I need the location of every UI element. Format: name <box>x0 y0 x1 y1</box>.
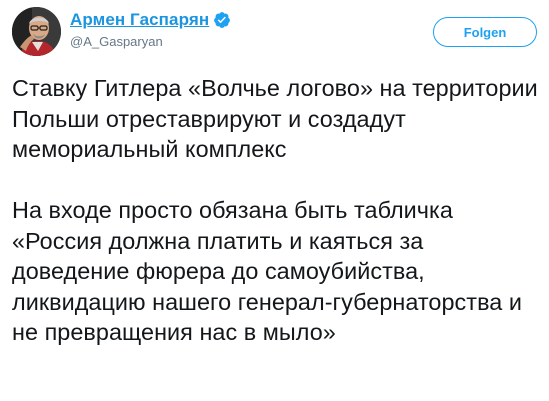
name-row: Армен Гаспарян <box>70 9 231 31</box>
tweet-text: Ставку Гитлера «Волчье логово» на террит… <box>12 73 540 348</box>
display-name-link[interactable]: Армен Гаспарян <box>70 10 209 30</box>
tweet-header: Армен Гаспарян @A_Gasparyan Folgen <box>12 7 537 57</box>
tweet-paragraph: На входе просто обязана быть табличка «Р… <box>12 197 522 345</box>
user-handle[interactable]: @A_Gasparyan <box>70 34 231 49</box>
tweet-card: Армен Гаспарян @A_Gasparyan Folgen Ставк… <box>0 0 549 401</box>
user-info: Армен Гаспарян @A_Gasparyan <box>70 9 231 49</box>
profile-avatar-icon[interactable] <box>12 7 61 56</box>
verified-badge-icon <box>213 11 231 29</box>
follow-button[interactable]: Folgen <box>433 17 537 47</box>
tweet-paragraph: Ставку Гитлера «Волчье логово» на террит… <box>12 75 538 162</box>
